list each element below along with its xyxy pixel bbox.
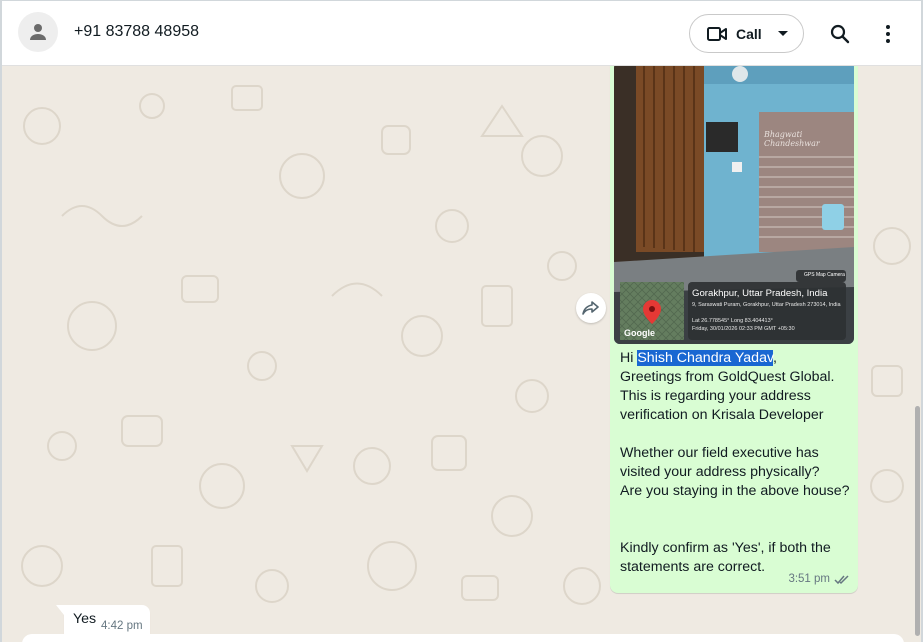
more-options-button[interactable] (876, 22, 900, 46)
caret-down-icon (777, 30, 788, 36)
chat-header: +91 83788 48958 Call (2, 0, 921, 66)
highlighted-name[interactable]: Shish Chandra Yadav (637, 350, 774, 366)
contact-avatar[interactable] (18, 12, 58, 52)
photo-address: 9, Saraswati Puram, Gorakhpur, Uttar Pra… (692, 302, 841, 308)
forward-button[interactable] (576, 293, 606, 323)
chat-scrollbar[interactable] (915, 406, 920, 636)
incoming-time: 4:42 pm (101, 620, 143, 632)
message-meta: 3:51 pm (788, 573, 850, 585)
call-button[interactable]: Call (689, 14, 804, 53)
search-icon (830, 24, 850, 44)
photo-nameplate: Bhagwati Chandeshwar (764, 130, 820, 148)
call-label: Call (736, 25, 762, 42)
photo-datetime: Friday, 30/01/2026 02:33 PM GMT +05:30 (692, 326, 795, 332)
contact-name[interactable]: +91 83788 48958 (74, 23, 199, 41)
incoming-text: Yes (73, 611, 97, 627)
message-text[interactable]: Hi Shish Chandra Yadav, Greetings from G… (620, 349, 852, 577)
message-body: , Greetings from GoldQuest Global. This … (620, 350, 850, 575)
kebab-menu-icon (886, 25, 890, 43)
double-check-icon (834, 574, 849, 584)
photo-map-logo: Google (624, 328, 655, 338)
person-icon (30, 24, 46, 40)
photo-coords: Lat 26.778545° Long 83.404413° (692, 318, 773, 324)
photo-camera-label: GPS Map Camera (804, 272, 845, 278)
search-button[interactable] (828, 22, 852, 46)
message-photo[interactable]: Bhagwati Chandeshwar GPS Map Camera Goog… (614, 66, 854, 344)
message-composer[interactable] (22, 634, 904, 642)
greeting-prefix: Hi (620, 350, 638, 366)
photo-location-title: Gorakhpur, Uttar Pradesh, India (692, 288, 828, 299)
video-camera-icon (707, 26, 727, 41)
forward-icon (582, 301, 599, 315)
message-time: 3:51 pm (788, 573, 830, 585)
outgoing-message[interactable]: Bhagwati Chandeshwar GPS Map Camera Goog… (610, 66, 858, 593)
chat-area[interactable]: Bhagwati Chandeshwar GPS Map Camera Goog… (2, 66, 921, 642)
